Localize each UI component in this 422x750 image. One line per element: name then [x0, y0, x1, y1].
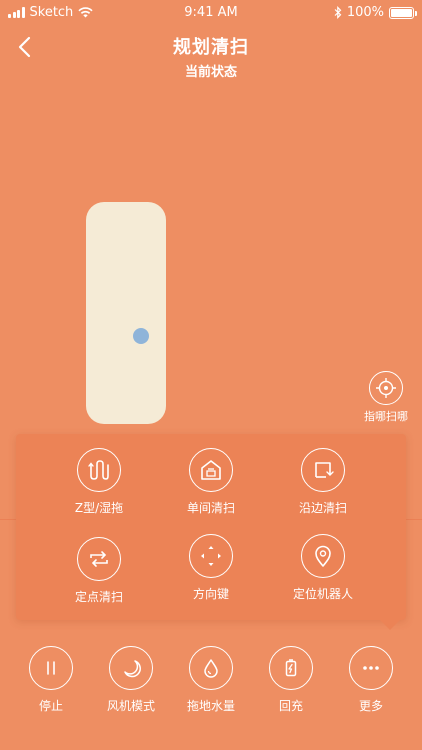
mode-label: 方向键 [192, 587, 229, 601]
water-level-label: 拖地水量 [186, 699, 235, 713]
mode-direction-keys[interactable]: 方向键 [156, 534, 266, 602]
point-clean-label: 指哪扫哪 [364, 410, 408, 423]
point-clean-button[interactable]: 指哪扫哪 [360, 371, 412, 424]
fan-mode-button[interactable]: 风机模式 [96, 646, 166, 714]
house-icon [189, 448, 233, 492]
mode-spot-clean[interactable]: 定点清扫 [44, 537, 154, 605]
more-label: 更多 [358, 699, 383, 713]
crosshair-icon [369, 371, 403, 405]
more-button[interactable]: 更多 [336, 646, 406, 714]
map-room[interactable] [86, 202, 166, 424]
pause-icon [29, 646, 73, 690]
moon-icon [109, 646, 153, 690]
more-icon [349, 646, 393, 690]
robot-position-marker [133, 328, 149, 344]
water-drop-icon [189, 646, 233, 690]
stop-label: 停止 [38, 699, 63, 713]
mode-panel: Z型/湿拖 单间清扫 沿边清扫 定点清扫 方向键 定位机器人 [16, 434, 406, 630]
battery-percent: 100% [346, 5, 384, 20]
location-pin-icon [301, 534, 345, 578]
repeat-icon [77, 537, 121, 581]
mode-label: 定位机器人 [292, 587, 353, 601]
bottom-action-bar: 停止 风机模式 拖地水量 回充 更多 [0, 640, 422, 750]
mode-locate-robot[interactable]: 定位机器人 [268, 534, 378, 602]
recharge-label: 回充 [278, 699, 303, 713]
mode-label: 沿边清扫 [298, 501, 347, 515]
mode-label: 单间清扫 [186, 501, 235, 515]
status-right: 100% [334, 5, 417, 20]
mode-room-clean[interactable]: 单间清扫 [156, 448, 266, 516]
recharge-button[interactable]: 回充 [256, 646, 326, 714]
mode-label: Z型/湿拖 [74, 501, 124, 515]
direction-pad-icon [189, 534, 233, 578]
bluetooth-icon [334, 6, 342, 19]
page-subtitle: 当前状态 [184, 65, 237, 80]
mode-label: 定点清扫 [74, 590, 123, 604]
mode-zigzag-mop[interactable]: Z型/湿拖 [44, 448, 154, 516]
fan-mode-label: 风机模式 [106, 699, 155, 713]
stop-button[interactable]: 停止 [16, 646, 86, 714]
battery-level-fill [391, 8, 412, 17]
edge-icon [301, 448, 345, 492]
page-title: 规划清扫 [173, 37, 249, 58]
status-bar: Sketch 9:41 AM 100% [0, 0, 422, 26]
mode-edge-clean[interactable]: 沿边清扫 [268, 448, 378, 516]
water-level-button[interactable]: 拖地水量 [176, 646, 246, 714]
battery-icon [389, 6, 417, 19]
zigzag-icon [77, 448, 121, 492]
battery-charge-icon [269, 646, 313, 690]
